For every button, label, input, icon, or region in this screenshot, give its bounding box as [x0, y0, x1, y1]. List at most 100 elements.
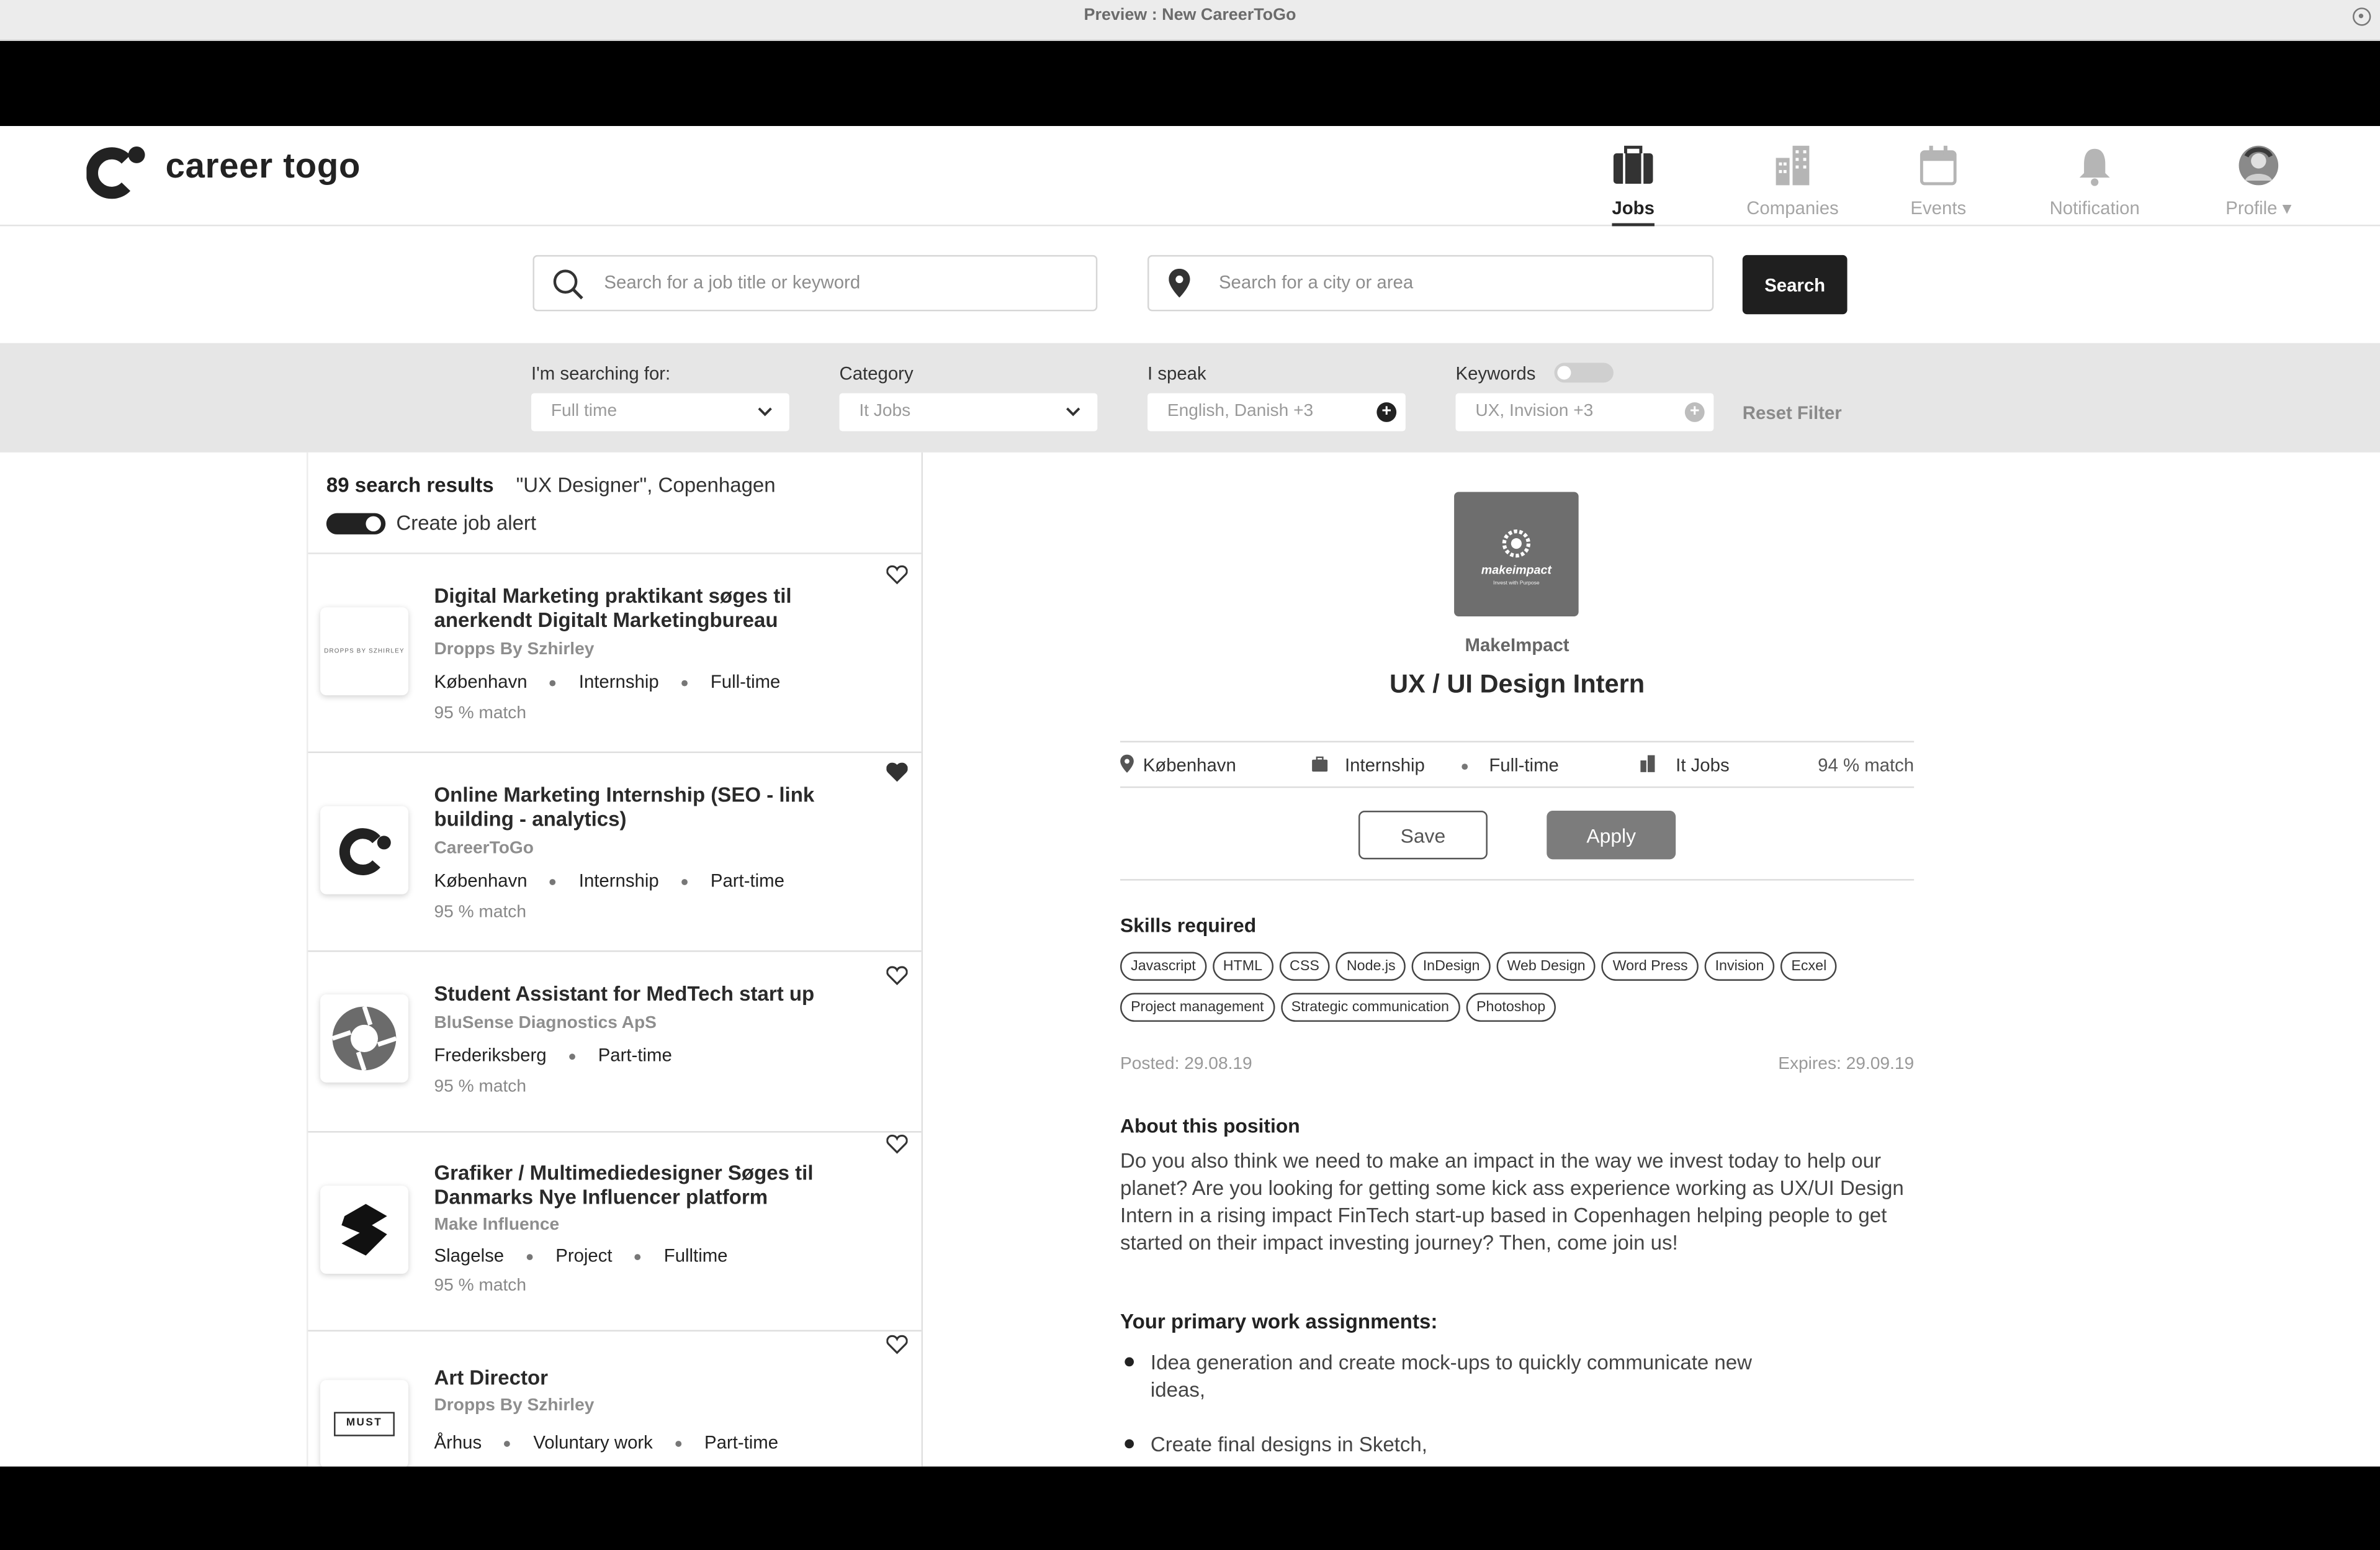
company-logo: makeimpact Invest with Purpose — [1454, 492, 1579, 616]
nav-events[interactable]: Events — [1903, 144, 1974, 219]
job-time: Full-time — [1462, 755, 1559, 776]
job-category: It Jobs — [1638, 755, 1730, 776]
careertogo-logo-icon — [339, 828, 391, 875]
list-item[interactable]: Student Assistant for MedTech start up B… — [308, 952, 922, 1133]
brand-logo-icon[interactable] — [86, 144, 147, 199]
about-text: Do you also think we need to make an imp… — [1120, 1149, 1904, 1255]
heart-outline-icon[interactable] — [886, 565, 908, 585]
job-title[interactable]: Art Director — [434, 1366, 859, 1390]
heart-outline-icon[interactable] — [886, 1134, 908, 1154]
job-title[interactable]: Student Assistant for MedTech start up — [434, 982, 874, 1006]
nav-notification[interactable]: Notification — [2039, 144, 2151, 219]
languages-field[interactable]: English, Danish +3 + — [1147, 393, 1406, 431]
languages-value: English, Danish +3 — [1167, 402, 1314, 421]
apply-button[interactable]: Apply — [1547, 811, 1676, 860]
heart-filled-icon[interactable] — [886, 762, 908, 782]
job-location: Slagelse — [434, 1245, 505, 1266]
skill-chip: Web Design — [1496, 952, 1596, 981]
keywords-field[interactable]: UX, Invision +3 + — [1455, 393, 1714, 431]
company-name: Dropps By Szhirley — [434, 1397, 595, 1415]
job-meta: Frederiksberg Part-time — [434, 1045, 671, 1066]
window-control-icon[interactable] — [2352, 7, 2371, 26]
task-item: Idea generation and create mock-ups to q… — [1125, 1349, 1803, 1404]
match-score: 95 % match — [434, 903, 527, 922]
company-logo — [320, 806, 408, 894]
task-item: Create final designs in Sketch, — [1125, 1431, 1803, 1459]
posted-date: Posted: 29.08.19 — [1120, 1055, 1252, 1074]
job-location: København — [434, 870, 528, 891]
heart-outline-icon[interactable] — [886, 966, 908, 986]
company-name: CareerToGo — [434, 839, 534, 858]
company-logo-text: MUST — [334, 1412, 395, 1436]
keywords-label: Keywords — [1455, 363, 1536, 384]
company-logo-text: makeimpact — [1481, 563, 1551, 577]
skill-chip: Node.js — [1336, 952, 1406, 981]
company-name: Make Influence — [434, 1216, 560, 1235]
nav-jobs-label: Jobs — [1612, 197, 1655, 227]
job-title[interactable]: Digital Marketing praktikant søges til a… — [434, 585, 859, 632]
job-location: København — [434, 671, 528, 693]
skill-chip: Javascript — [1120, 952, 1206, 981]
makeimpact-logo-icon — [1502, 529, 1530, 558]
heart-outline-icon[interactable] — [886, 1335, 908, 1354]
brand-name[interactable]: career togo — [166, 146, 361, 187]
skill-chip: Word Press — [1602, 952, 1699, 981]
save-button[interactable]: Save — [1358, 811, 1488, 860]
match-score: 95 % match — [434, 1276, 527, 1295]
avatar — [2239, 145, 2279, 186]
separator-dot — [526, 1253, 533, 1260]
list-item[interactable]: Online Marketing Internship (SEO - link … — [308, 753, 922, 952]
site-header: career togo Jobs Companies Events Notifi… — [0, 126, 2380, 227]
list-item[interactable]: DROPPS BY SZHIRLEY Digital Marketing pra… — [308, 554, 922, 754]
separator-dot — [675, 1440, 682, 1447]
blusense-logo-icon — [331, 1006, 397, 1071]
job-location-value: København — [1143, 754, 1236, 776]
skill-chip: Strategic communication — [1280, 993, 1460, 1022]
separator-dot — [569, 1053, 576, 1060]
keywords-toggle[interactable] — [1554, 363, 1614, 383]
skills-heading: Skills required — [1120, 914, 1257, 937]
job-facts-bar: København Internship Full-time It Jobs 9… — [1120, 741, 1915, 788]
search-button[interactable]: Search — [1742, 255, 1848, 315]
job-type: Internship — [578, 671, 659, 693]
match-score: 95 % match — [434, 1078, 527, 1096]
job-title[interactable]: Grafiker / Multimediedesigner Søges til … — [434, 1161, 859, 1209]
separator-dot — [550, 878, 557, 885]
job-detail-panel: makeimpact Invest with Purpose MakeImpac… — [1120, 453, 1915, 1467]
add-language-icon[interactable]: + — [1376, 402, 1397, 422]
job-category-value: It Jobs — [1676, 754, 1730, 776]
location-search-input[interactable] — [1216, 270, 1677, 295]
keyword-search-box[interactable] — [532, 255, 1098, 312]
job-alert-toggle[interactable] — [326, 513, 386, 534]
job-meta: Slagelse Project Fulltime — [434, 1245, 727, 1266]
job-alert-label: Create job alert — [396, 511, 537, 534]
separator-dot — [681, 878, 688, 885]
top-letterbox — [0, 41, 2380, 127]
results-list: 89 search results "UX Designer", Copenha… — [307, 452, 923, 1467]
location-search-box[interactable] — [1147, 255, 1714, 312]
match-score: 94 % match — [1818, 754, 1915, 776]
job-title[interactable]: Online Marketing Internship (SEO - link … — [434, 783, 859, 831]
keyword-search-input[interactable] — [601, 270, 1063, 295]
searching-for-select[interactable]: Full time — [531, 393, 789, 431]
skill-chip: CSS — [1278, 952, 1330, 981]
reset-filter-link[interactable]: Reset Filter — [1743, 402, 1842, 423]
category-select[interactable]: It Jobs — [839, 393, 1098, 431]
company-logo: DROPPS BY SZHIRLEY — [320, 607, 408, 696]
list-item[interactable]: MUST Art Director Dropps By Szhirley Årh… — [308, 1331, 921, 1467]
about-heading: About this position — [1120, 1114, 1300, 1137]
list-item[interactable]: Grafiker / Multimediedesigner Søges til … — [308, 1133, 922, 1331]
location-pin-icon — [1120, 754, 1134, 773]
nav-jobs[interactable]: Jobs — [1606, 144, 1661, 227]
company-name[interactable]: MakeImpact — [1120, 634, 1914, 656]
skill-chip: Ecxel — [1781, 952, 1838, 981]
nav-profile[interactable]: Profile ▾ — [2216, 144, 2301, 219]
job-location: København — [1120, 754, 1236, 776]
job-time: Part-time — [710, 870, 784, 891]
nav-companies[interactable]: Companies — [1736, 144, 1849, 219]
briefcase-icon — [1312, 756, 1328, 772]
company-logo-text: DROPPS BY SZHIRLEY — [324, 646, 405, 655]
tasks-heading: Your primary work assignments: — [1120, 1310, 1438, 1333]
skill-chip: Project management — [1120, 993, 1275, 1022]
add-keyword-icon[interactable]: + — [1684, 402, 1705, 422]
